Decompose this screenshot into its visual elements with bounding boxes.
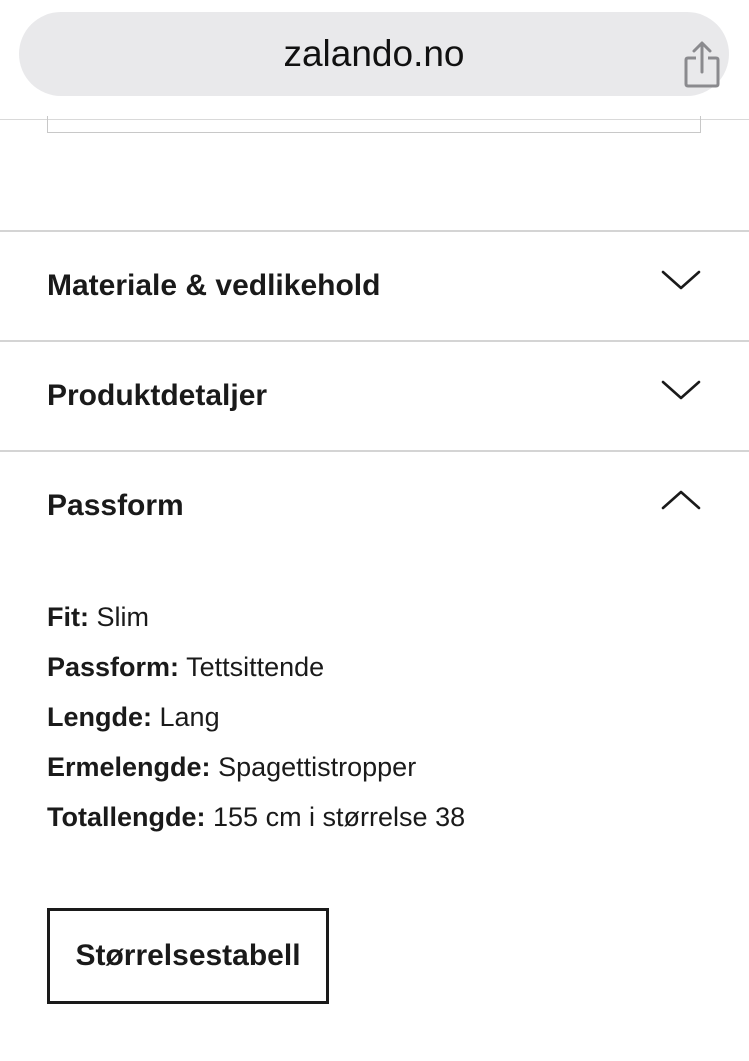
fit-detail-row: Fit: Slim xyxy=(47,595,707,645)
share-icon[interactable] xyxy=(682,40,722,90)
detail-value: Lang xyxy=(159,702,220,732)
accordion-fit[interactable]: Passform xyxy=(0,450,749,560)
detail-value: Tettsittende xyxy=(186,652,325,682)
accordion-title: Materiale & vedlikehold xyxy=(47,269,381,302)
detail-value: 155 cm i størrelse 38 xyxy=(213,802,466,832)
detail-value: Slim xyxy=(96,602,150,632)
chevron-up-icon xyxy=(661,490,701,510)
fit-detail-row: Passform: Tettsittende xyxy=(47,645,707,695)
accordion-title: Passform xyxy=(47,489,184,522)
fit-detail-row: Lengde: Lang xyxy=(47,695,707,745)
detail-label: Totallengde: xyxy=(47,802,206,832)
detail-value: Spagettistropper xyxy=(218,752,417,782)
url-text: zalando.no xyxy=(283,33,465,74)
fit-detail-row: Totallengde: 155 cm i størrelse 38 xyxy=(47,795,707,845)
previous-section-box xyxy=(47,116,701,133)
detail-label: Ermelengde: xyxy=(47,752,211,782)
detail-label: Lengde: xyxy=(47,702,152,732)
address-bar[interactable]: zalando.no xyxy=(19,12,729,96)
browser-bar: zalando.no xyxy=(0,0,749,120)
accordion-title: Produktdetaljer xyxy=(47,379,268,412)
fit-details-list: Fit: Slim Passform: Tettsittende Lengde:… xyxy=(47,595,707,845)
accordion-product-details[interactable]: Produktdetaljer xyxy=(0,340,749,450)
fit-detail-row: Ermelengde: Spagettistropper xyxy=(47,745,707,795)
chevron-down-icon xyxy=(661,270,701,290)
accordion-material-care[interactable]: Materiale & vedlikehold xyxy=(0,230,749,340)
size-table-button[interactable]: Størrelsestabell xyxy=(47,908,329,1004)
detail-label: Passform: xyxy=(47,652,180,682)
detail-label: Fit: xyxy=(47,602,89,632)
chevron-down-icon xyxy=(661,380,701,400)
